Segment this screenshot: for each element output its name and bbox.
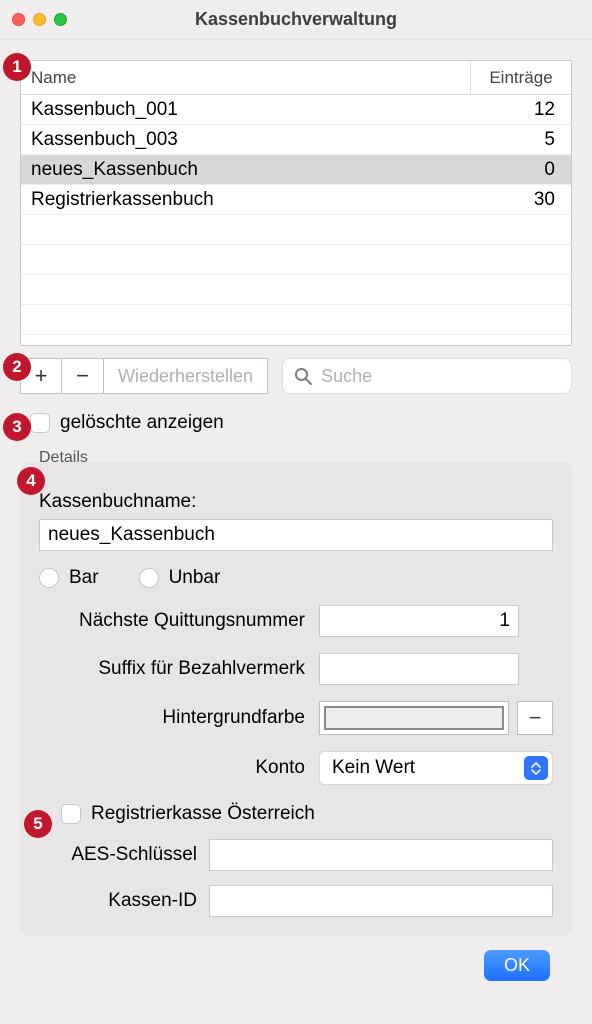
austria-row: Registrierkasse Österreich: [61, 803, 553, 825]
minimize-icon[interactable]: [33, 13, 46, 26]
show-deleted-row: gelöschte anzeigen: [30, 412, 572, 434]
addremove-group: + − Wiederherstellen: [20, 358, 268, 394]
austria-checkbox[interactable]: [61, 804, 81, 824]
chevron-updown-icon: [524, 756, 548, 780]
zoom-icon[interactable]: [54, 13, 67, 26]
bgcolor-swatch: [324, 706, 504, 730]
show-deleted-label: gelöschte anzeigen: [60, 412, 224, 434]
kassenid-row: Kassen-ID: [39, 885, 553, 917]
close-icon[interactable]: [12, 13, 25, 26]
account-select[interactable]: Kein Wert: [319, 751, 553, 785]
table-row-empty: [21, 275, 571, 305]
dialog-buttons: OK: [20, 936, 572, 981]
kassenid-label: Kassen-ID: [39, 890, 209, 912]
austria-group: Registrierkasse Österreich AES-Schlüssel…: [39, 803, 553, 917]
aes-label: AES-Schlüssel: [39, 844, 209, 866]
radio-bar-item[interactable]: Bar: [39, 567, 99, 589]
remove-button[interactable]: −: [62, 358, 104, 394]
table-row[interactable]: neues_Kassenbuch0: [21, 155, 571, 185]
search-icon: [293, 366, 313, 386]
next-receipt-label: Nächste Quittungsnummer: [39, 610, 319, 632]
cell-name: neues_Kassenbuch: [21, 159, 471, 181]
cell-name: Kassenbuch_001: [21, 99, 471, 121]
cell-entries: 5: [471, 129, 571, 151]
search-field[interactable]: [282, 358, 572, 394]
aes-input[interactable]: [209, 839, 553, 871]
show-deleted-checkbox[interactable]: [30, 413, 50, 433]
window-controls: [12, 13, 67, 26]
cashbook-name-input[interactable]: [39, 519, 553, 551]
table-row[interactable]: Kassenbuch_00112: [21, 95, 571, 125]
account-value: Kein Wert: [332, 757, 415, 779]
suffix-row: Suffix für Bezahlvermerk: [39, 653, 553, 685]
cell-entries: 12: [471, 99, 571, 121]
table-body: Kassenbuch_00112Kassenbuch_0035neues_Kas…: [21, 95, 571, 335]
account-row: Konto Kein Wert: [39, 751, 553, 785]
next-receipt-input[interactable]: [319, 605, 519, 637]
suffix-input[interactable]: [319, 653, 519, 685]
table-toolbar: + − Wiederherstellen: [20, 358, 572, 394]
details-group: Details Kassenbuchname: Bar Unbar Nächst…: [20, 462, 572, 936]
radio-bar[interactable]: [39, 568, 59, 588]
bgcolor-label: Hintergrundfarbe: [39, 707, 319, 729]
radio-unbar-item[interactable]: Unbar: [139, 567, 221, 589]
radio-unbar-label: Unbar: [169, 567, 221, 589]
details-legend: Details: [35, 449, 92, 467]
table-row-empty: [21, 245, 571, 275]
restore-button[interactable]: Wiederherstellen: [104, 358, 268, 394]
titlebar: Kassenbuchverwaltung: [0, 0, 592, 40]
next-receipt-row: Nächste Quittungsnummer: [39, 605, 553, 637]
table-row[interactable]: Kassenbuch_0035: [21, 125, 571, 155]
cell-entries: 30: [471, 189, 571, 211]
account-label: Konto: [39, 757, 319, 779]
table-row[interactable]: Registrierkassenbuch30: [21, 185, 571, 215]
bgcolor-well[interactable]: [319, 701, 509, 735]
bgcolor-row: Hintergrundfarbe −: [39, 701, 553, 735]
suffix-label: Suffix für Bezahlvermerk: [39, 658, 319, 680]
austria-label: Registrierkasse Österreich: [91, 803, 315, 825]
payment-type-row: Bar Unbar: [39, 567, 553, 589]
table-row-empty: [21, 305, 571, 335]
col-entries[interactable]: Einträge: [471, 68, 571, 88]
table-header: Name Einträge: [21, 61, 571, 95]
search-input[interactable]: [321, 366, 561, 387]
cell-name: Registrierkassenbuch: [21, 189, 471, 211]
radio-bar-label: Bar: [69, 567, 99, 589]
window-title: Kassenbuchverwaltung: [0, 9, 592, 30]
table-row-empty: [21, 215, 571, 245]
add-button[interactable]: +: [20, 358, 62, 394]
kassenid-input[interactable]: [209, 885, 553, 917]
cell-entries: 0: [471, 159, 571, 181]
ok-button[interactable]: OK: [484, 950, 550, 981]
radio-unbar[interactable]: [139, 568, 159, 588]
bgcolor-clear-button[interactable]: −: [517, 701, 553, 735]
cashbook-name-label: Kassenbuchname:: [39, 491, 553, 513]
col-name[interactable]: Name: [21, 68, 470, 88]
aes-row: AES-Schlüssel: [39, 839, 553, 871]
cashbook-table: Name Einträge Kassenbuch_00112Kassenbuch…: [20, 60, 572, 346]
cell-name: Kassenbuch_003: [21, 129, 471, 151]
